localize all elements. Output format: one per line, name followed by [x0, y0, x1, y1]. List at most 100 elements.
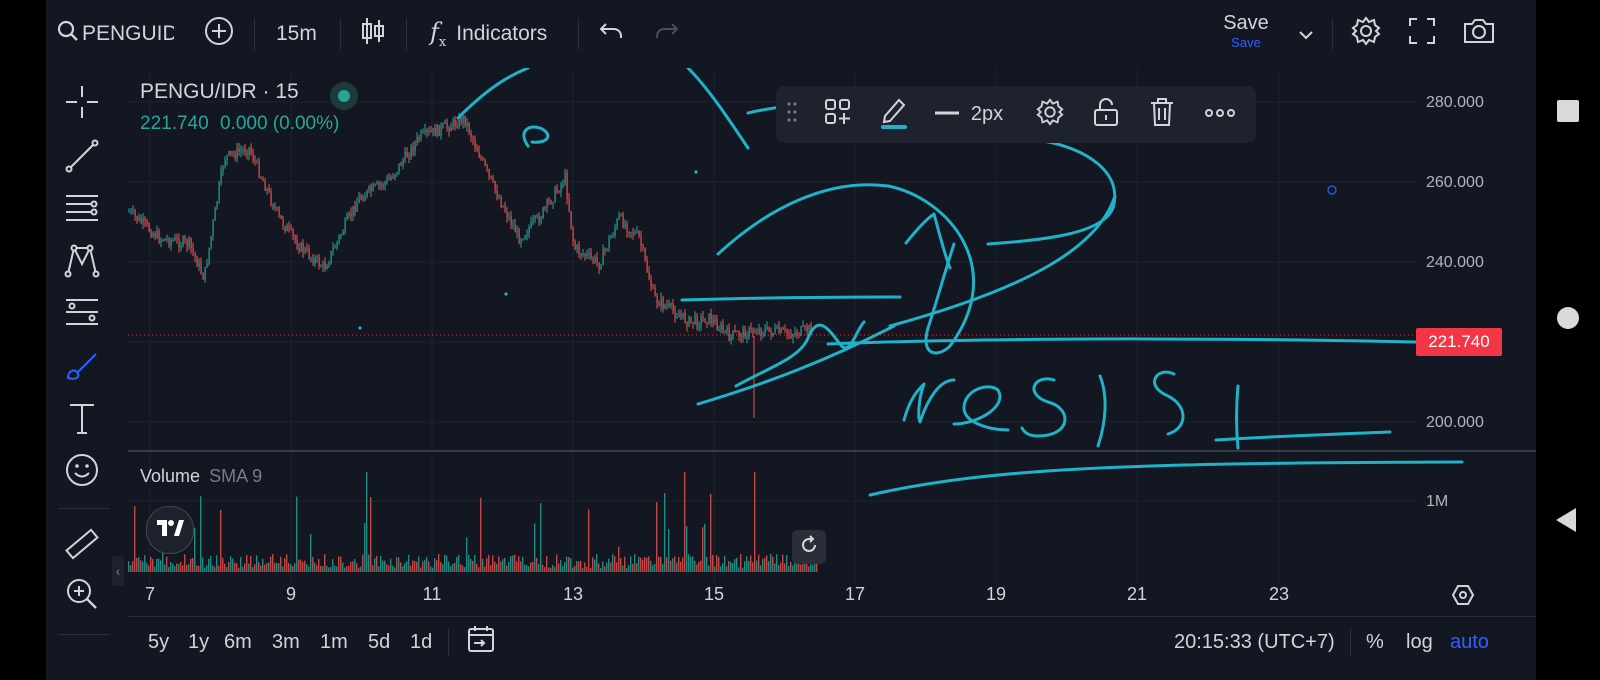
template-button[interactable]: [818, 94, 858, 134]
text-tool[interactable]: [62, 400, 102, 440]
lock-open-icon: [1093, 97, 1119, 132]
drawing-anchor[interactable]: [1327, 185, 1337, 195]
range-1y[interactable]: 1y: [188, 622, 209, 662]
percent-toggle[interactable]: %: [1366, 622, 1384, 662]
candle-body: [576, 245, 578, 250]
volume-legend[interactable]: Volume SMA 9: [140, 466, 262, 487]
redo-button[interactable]: [654, 14, 680, 54]
reset-chart-button[interactable]: [792, 530, 826, 564]
fullscreen-button[interactable]: [1408, 14, 1436, 54]
symbol-search-button[interactable]: PENGUIDR: [56, 14, 174, 54]
volume-bar: [230, 556, 232, 572]
volume-bar: [578, 561, 580, 572]
divider: [1332, 18, 1333, 50]
candle-body: [524, 235, 526, 240]
brush-tool[interactable]: [62, 348, 102, 388]
candle-body: [800, 326, 802, 336]
screenshot-button[interactable]: [1462, 14, 1496, 54]
settings-button[interactable]: [1350, 14, 1382, 54]
more-options-button[interactable]: [1198, 94, 1242, 134]
volume-bar: [168, 567, 170, 572]
candle-body: [488, 169, 490, 177]
candle-body: [358, 195, 360, 203]
candle-body: [136, 216, 138, 221]
symbol-legend-title[interactable]: PENGU/IDR · 15: [140, 80, 299, 104]
volume-bar: [142, 561, 144, 572]
range-3m[interactable]: 3m: [272, 622, 300, 662]
candle-body: [324, 262, 326, 270]
volume-bar: [756, 560, 758, 572]
drawing-settings-button[interactable]: [1030, 94, 1070, 134]
candle-body: [200, 262, 202, 274]
candle-body: [738, 331, 740, 337]
range-6m[interactable]: 6m: [224, 622, 252, 662]
interval-button[interactable]: 15m: [276, 14, 317, 54]
volume-bar: [288, 562, 290, 572]
axis-settings-button[interactable]: [1448, 582, 1478, 612]
pattern-tool[interactable]: [62, 242, 102, 282]
line-width-button[interactable]: 2px: [930, 94, 1006, 134]
candle-body: [558, 191, 560, 193]
fib-retracement-tool[interactable]: [62, 190, 102, 230]
drawing-floating-toolbar: 2px: [776, 86, 1256, 143]
candle-body: [472, 137, 474, 141]
back-button[interactable]: [1556, 508, 1576, 532]
date-range-button[interactable]: [466, 622, 496, 662]
range-5y[interactable]: 5y: [148, 622, 169, 662]
crosshair-tool[interactable]: [62, 84, 102, 124]
chart-type-button[interactable]: [360, 14, 386, 54]
zoom-in-tool[interactable]: [62, 576, 102, 616]
range-5d[interactable]: 5d: [368, 622, 390, 662]
save-button[interactable]: Save Save: [1210, 12, 1282, 56]
log-toggle[interactable]: log: [1406, 622, 1433, 662]
candle-body: [226, 155, 228, 161]
candle-body: [370, 186, 372, 192]
candle-body: [710, 313, 712, 324]
volume-bar: [274, 562, 276, 572]
home-button[interactable]: [1557, 307, 1579, 329]
volume-bar: [332, 559, 334, 572]
drag-handle[interactable]: [782, 94, 802, 134]
range-1d[interactable]: 1d: [410, 622, 432, 662]
candle-body: [742, 328, 744, 338]
volume-bar: [530, 562, 532, 572]
volume-bar: [476, 563, 478, 572]
volume-bar: [460, 564, 462, 572]
candle-body: [602, 248, 604, 266]
volume-bar: [396, 557, 398, 572]
candle-body: [224, 160, 226, 167]
forecast-tool[interactable]: [62, 294, 102, 334]
delete-drawing-button[interactable]: [1142, 94, 1182, 134]
price-chart[interactable]: [128, 68, 1536, 584]
save-menu-button[interactable]: [1298, 14, 1314, 54]
candle-body: [214, 207, 216, 221]
undo-button[interactable]: [598, 14, 624, 54]
volume-bar: [264, 564, 266, 572]
volume-bar: [160, 560, 162, 572]
volume-bar: [630, 556, 632, 572]
volume-bar: [156, 558, 158, 572]
range-1m[interactable]: 1m: [320, 622, 348, 662]
clock-timezone[interactable]: 20:15:33 (UTC+7): [1174, 622, 1335, 662]
volume-bar: [418, 556, 420, 572]
volume-bar: [328, 567, 330, 572]
emoji-tool[interactable]: [62, 452, 102, 492]
indicators-button[interactable]: fx Indicators: [430, 14, 547, 54]
candle-body: [290, 227, 292, 230]
recents-button[interactable]: [1557, 100, 1579, 122]
save-label: Save: [1223, 12, 1269, 34]
compare-button[interactable]: [204, 14, 234, 54]
tv-logo-button[interactable]: [146, 506, 194, 554]
color-button[interactable]: [874, 94, 914, 134]
candle-body: [624, 223, 626, 228]
auto-toggle[interactable]: auto: [1450, 622, 1489, 662]
volume-bar: [664, 493, 666, 572]
trendline-tool[interactable]: [62, 138, 102, 178]
lock-button[interactable]: [1086, 94, 1126, 134]
market-status-dot[interactable]: [330, 82, 358, 110]
sidebar-collapse-button[interactable]: ‹: [112, 556, 124, 586]
candle-body: [394, 174, 396, 178]
volume-bar: [662, 563, 664, 572]
volume-bar: [440, 562, 442, 572]
measure-tool[interactable]: [62, 526, 102, 566]
